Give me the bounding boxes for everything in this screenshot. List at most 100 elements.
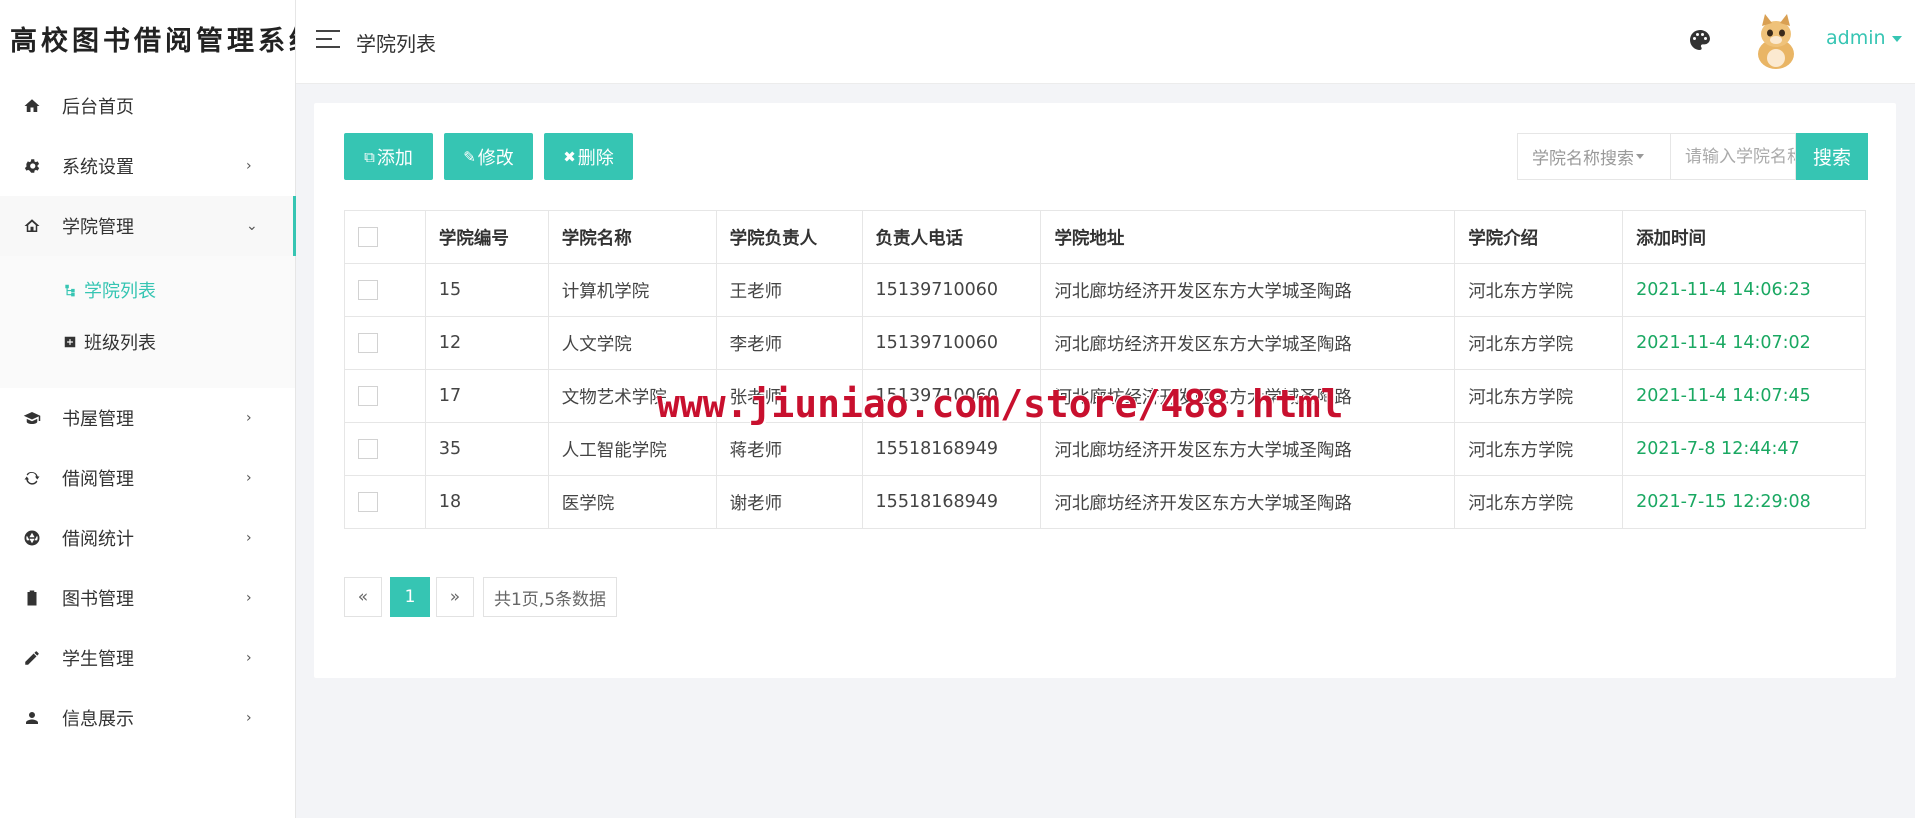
pagination-prev-button[interactable]: «	[344, 577, 382, 617]
sidebar-item-label: 后台首页	[62, 97, 134, 118]
row-checkbox[interactable]	[358, 333, 378, 353]
table-cell: 2021-11-4 14:07:02	[1622, 316, 1866, 370]
table-cell: 河北东方学院	[1454, 316, 1624, 370]
menu-toggle-icon[interactable]	[316, 30, 340, 52]
sidebar-subitem-class-list[interactable]: 班级列表	[0, 316, 295, 368]
table-row[interactable]: 35 人工智能学院 蒋老师 15518168949 河北廊坊经济开发区东方大学城…	[344, 422, 1866, 476]
table-cell: 12	[424, 316, 549, 370]
close-icon: ✖	[563, 147, 576, 166]
avatar[interactable]	[1748, 10, 1804, 72]
table-cell: 李老师	[715, 316, 863, 370]
sidebar-item-college-management[interactable]: 学院管理 ⌄	[0, 196, 296, 256]
table-cell: 医学院	[547, 475, 717, 529]
table-cell: 计算机学院	[547, 263, 717, 317]
gear-icon	[22, 156, 42, 176]
sidebar-subitem-college-list[interactable]: 学院列表	[0, 264, 295, 316]
sidebar-item-book-house[interactable]: 书屋管理 ›	[0, 388, 295, 448]
sidebar-item-system-settings[interactable]: 系统设置 ›	[0, 136, 295, 196]
table-cell: 人工智能学院	[547, 422, 717, 476]
select-all-checkbox[interactable]	[358, 227, 378, 247]
search-field-select[interactable]: 学院名称搜索	[1517, 133, 1670, 180]
chevron-right-icon: ›	[246, 158, 252, 174]
sidebar-item-label: 学院管理	[62, 217, 134, 238]
table-cell: 河北东方学院	[1454, 369, 1624, 423]
pencil-icon	[22, 648, 42, 668]
table-row[interactable]: 18 医学院 谢老师 15518168949 河北廊坊经济开发区东方大学城圣陶路…	[344, 475, 1866, 529]
table-cell: 蒋老师	[715, 422, 863, 476]
table-cell: 河北廊坊经济开发区东方大学城圣陶路	[1040, 422, 1456, 476]
college-submenu: 学院列表 班级列表	[0, 256, 295, 388]
row-checkbox-cell	[344, 316, 426, 370]
column-header: 学院名称	[547, 210, 717, 264]
top-header: 学院列表 admin	[296, 0, 1915, 84]
pencil-icon: ✎	[463, 147, 476, 166]
row-checkbox[interactable]	[358, 280, 378, 300]
college-table: 学院编号 学院名称 学院负责人 负责人电话 学院地址 学院介绍 添加时间 15 …	[344, 210, 1866, 529]
table-row[interactable]: 15 计算机学院 王老师 15139710060 河北廊坊经济开发区东方大学城圣…	[344, 263, 1866, 317]
sidebar-item-label: 信息展示	[62, 709, 134, 730]
sidebar-item-label: 借阅管理	[62, 469, 134, 490]
delete-button[interactable]: ✖ 删除	[544, 133, 633, 180]
sidebar: 高校图书借阅管理系统 后台首页 系统设置 › 学院管理 ⌄ 学院列表 班级列表 …	[0, 0, 296, 818]
row-checkbox-cell	[344, 475, 426, 529]
table-cell: 15	[424, 263, 549, 317]
username: admin	[1826, 27, 1886, 49]
sidebar-item-info-display[interactable]: 信息展示 ›	[0, 688, 295, 748]
sidebar-item-home[interactable]: 后台首页	[0, 76, 295, 136]
plus-box-icon	[62, 334, 78, 350]
sidebar-item-label: 系统设置	[62, 157, 134, 178]
table-cell: 2021-7-8 12:44:47	[1622, 422, 1866, 476]
row-checkbox-cell	[344, 422, 426, 476]
sidebar-item-label: 学生管理	[62, 649, 134, 670]
table-cell: 2021-7-15 12:29:08	[1622, 475, 1866, 529]
table-cell: 15139710060	[861, 263, 1042, 317]
search-input[interactable]	[1670, 133, 1796, 180]
copy-icon: ⧉	[364, 147, 375, 166]
page-title: 学院列表	[356, 32, 436, 56]
table-cell: 2021-11-4 14:07:45	[1622, 369, 1866, 423]
caret-down-icon	[1891, 35, 1902, 42]
column-header: 学院介绍	[1454, 210, 1624, 264]
sidebar-item-borrow-management[interactable]: 借阅管理 ›	[0, 448, 295, 508]
row-checkbox[interactable]	[358, 386, 378, 406]
edit-button[interactable]: ✎ 修改	[444, 133, 533, 180]
sidebar-item-label: 借阅统计	[62, 529, 134, 550]
table-row[interactable]: 12 人文学院 李老师 15139710060 河北廊坊经济开发区东方大学城圣陶…	[344, 316, 1866, 370]
sidebar-item-label: 书屋管理	[62, 409, 134, 430]
chevron-down-icon: ⌄	[246, 218, 258, 234]
chevron-right-icon: ›	[246, 470, 252, 486]
row-checkbox[interactable]	[358, 492, 378, 512]
row-checkbox-cell	[344, 263, 426, 317]
table-cell: 15518168949	[861, 475, 1042, 529]
table-cell: 河北东方学院	[1454, 475, 1624, 529]
chevron-right-icon: ›	[246, 530, 252, 546]
brand-title: 高校图书借阅管理系统	[10, 25, 295, 57]
aperture-icon	[22, 528, 42, 548]
row-checkbox[interactable]	[358, 439, 378, 459]
table-cell: 河北廊坊经济开发区东方大学城圣陶路	[1040, 263, 1456, 317]
exchange-icon	[22, 468, 42, 488]
sidebar-subitem-label: 学院列表	[84, 281, 156, 302]
palette-icon[interactable]	[1688, 28, 1712, 52]
table-cell: 17	[424, 369, 549, 423]
sidebar-item-borrow-statistics[interactable]: 借阅统计 ›	[0, 508, 295, 568]
chevron-right-icon: ›	[246, 590, 252, 606]
caret-down-icon	[1636, 154, 1644, 159]
sidebar-item-student-management[interactable]: 学生管理 ›	[0, 628, 295, 688]
table-cell: 河北廊坊经济开发区东方大学城圣陶路	[1040, 316, 1456, 370]
sidebar-subitem-label: 班级列表	[84, 333, 156, 354]
user-icon	[22, 708, 42, 728]
column-header: 负责人电话	[861, 210, 1042, 264]
column-header: 学院地址	[1040, 210, 1456, 264]
user-menu[interactable]: admin	[1826, 27, 1902, 49]
pagination-next-button[interactable]: »	[436, 577, 474, 617]
search-button[interactable]: 搜索	[1796, 133, 1868, 180]
clipboard-icon	[22, 588, 42, 608]
sidebar-item-book-management[interactable]: 图书管理 ›	[0, 568, 295, 628]
sidebar-item-label: 图书管理	[62, 589, 134, 610]
add-button[interactable]: ⧉ 添加	[344, 133, 433, 180]
pagination-summary: 共1页,5条数据	[483, 577, 617, 617]
pagination-page-1[interactable]: 1	[390, 577, 430, 617]
tree-icon	[62, 282, 78, 298]
header-checkbox-cell	[344, 210, 426, 264]
